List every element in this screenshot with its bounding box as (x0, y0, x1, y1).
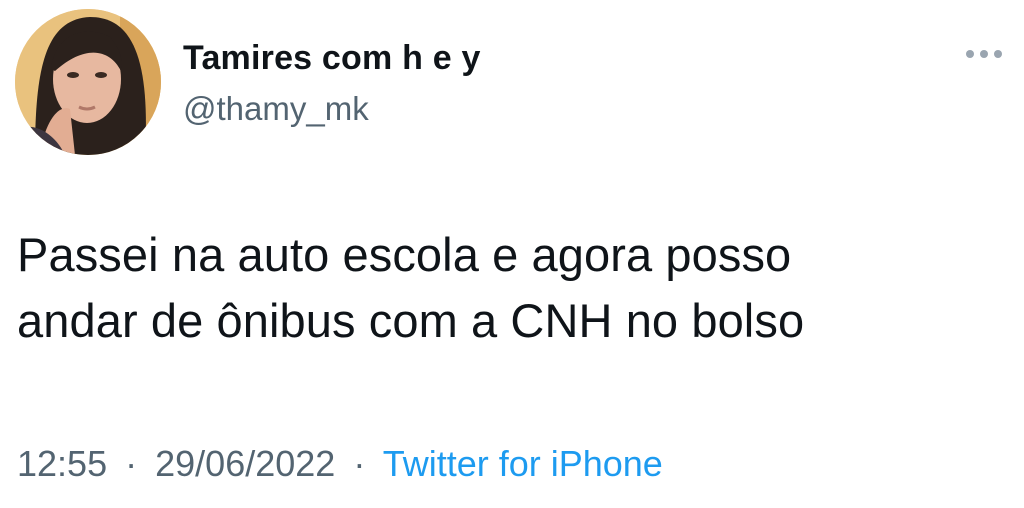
tweet-card: Tamires com h e y @thamy_mk Passei na au… (0, 0, 1024, 508)
tweet-meta: 12:55 · 29/06/2022 · Twitter for iPhone (17, 443, 663, 485)
display-name[interactable]: Tamires com h e y (183, 38, 481, 78)
tweet-time[interactable]: 12:55 (17, 443, 107, 484)
avatar-image (15, 9, 161, 155)
author-block: Tamires com h e y @thamy_mk (183, 38, 481, 128)
more-button[interactable] (960, 42, 1008, 66)
user-handle[interactable]: @thamy_mk (183, 90, 481, 128)
meta-separator: · (353, 443, 366, 484)
avatar[interactable] (15, 9, 161, 155)
tweet-source-link[interactable]: Twitter for iPhone (383, 443, 663, 484)
tweet-text: Passei na auto escola e agora posso anda… (17, 228, 805, 347)
tweet-date[interactable]: 29/06/2022 (155, 443, 335, 484)
meta-separator: · (125, 443, 138, 484)
